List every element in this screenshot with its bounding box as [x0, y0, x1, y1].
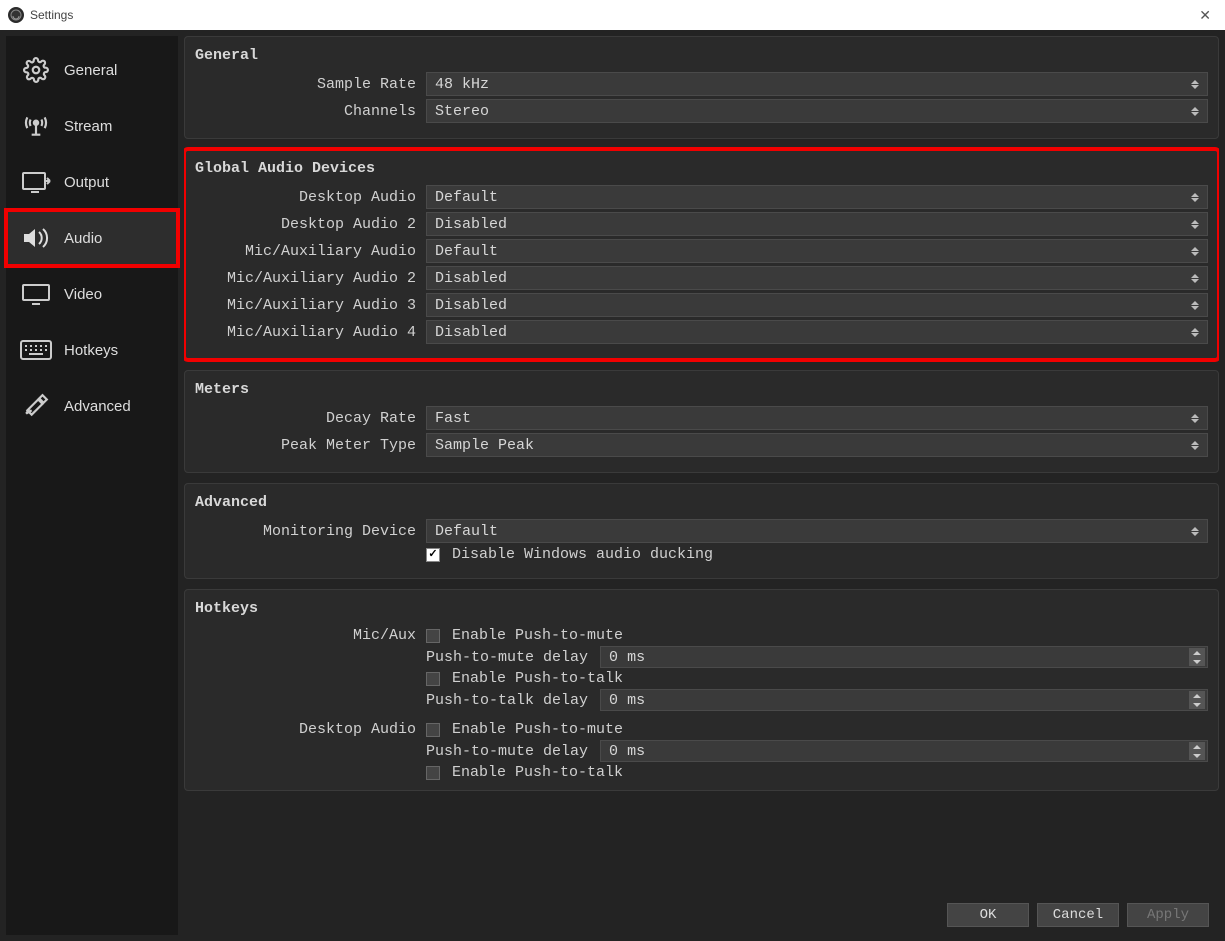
sidebar-item-general[interactable]: General	[6, 42, 178, 98]
sidebar-item-hotkeys[interactable]: Hotkeys	[6, 322, 178, 378]
stepper-icon[interactable]	[1189, 742, 1205, 760]
input-mic-push-to-talk-delay[interactable]: 0 ms	[600, 689, 1208, 711]
label-mic-aux: Mic/Auxiliary Audio	[195, 243, 420, 260]
select-decay-rate[interactable]: Fast	[426, 406, 1208, 430]
chevron-updown-icon	[1187, 269, 1203, 287]
label-decay-rate: Decay Rate	[195, 410, 420, 427]
cancel-button[interactable]: Cancel	[1037, 903, 1119, 927]
select-mic-aux-4[interactable]: Disabled	[426, 320, 1208, 344]
titlebar: Settings ✕	[0, 0, 1225, 30]
label-sample-rate: Sample Rate	[195, 76, 420, 93]
checkbox-desktop-push-to-talk[interactable]	[426, 766, 440, 780]
content-scroll: General Sample Rate 48 kHz Channels Ster…	[184, 36, 1219, 899]
select-desktop-audio[interactable]: Default	[426, 185, 1208, 209]
tools-icon	[20, 394, 52, 418]
label-mic-push-to-mute-delay: Push-to-mute delay	[426, 649, 588, 666]
chevron-updown-icon	[1187, 323, 1203, 341]
input-desktop-push-to-mute-delay[interactable]: 0 ms	[600, 740, 1208, 762]
monitor-icon	[20, 282, 52, 306]
chevron-updown-icon	[1187, 75, 1203, 93]
label-desktop-push-to-talk: Enable Push-to-talk	[452, 764, 623, 781]
checkbox-disable-ducking[interactable]	[426, 548, 440, 562]
sidebar-item-audio[interactable]: Audio	[6, 210, 178, 266]
sidebar-item-video[interactable]: Video	[6, 266, 178, 322]
chevron-updown-icon	[1187, 215, 1203, 233]
select-sample-rate[interactable]: 48 kHz	[426, 72, 1208, 96]
label-mic-aux-2: Mic/Auxiliary Audio 2	[195, 270, 420, 287]
select-peak-meter-type[interactable]: Sample Peak	[426, 433, 1208, 457]
label-hotkeys-mic: Mic/Aux	[195, 625, 420, 644]
settings-window: Settings ✕ General Stream	[0, 0, 1225, 941]
label-mic-push-to-talk: Enable Push-to-talk	[452, 670, 623, 687]
window-title: Settings	[30, 8, 73, 22]
sidebar-item-label: Audio	[64, 230, 102, 247]
keyboard-icon	[20, 338, 52, 362]
label-desktop-audio: Desktop Audio	[195, 189, 420, 206]
sidebar-item-label: Advanced	[64, 398, 131, 415]
select-desktop-audio-2[interactable]: Disabled	[426, 212, 1208, 236]
checkbox-desktop-push-to-mute[interactable]	[426, 723, 440, 737]
sidebar-item-stream[interactable]: Stream	[6, 98, 178, 154]
speaker-icon	[20, 226, 52, 250]
select-mic-aux[interactable]: Default	[426, 239, 1208, 263]
label-channels: Channels	[195, 103, 420, 120]
sidebar-item-label: Video	[64, 286, 102, 303]
sidebar-item-label: Hotkeys	[64, 342, 118, 359]
group-title-general: General	[195, 47, 1208, 64]
chevron-updown-icon	[1187, 296, 1203, 314]
label-hotkeys-desktop: Desktop Audio	[195, 719, 420, 738]
select-mic-aux-2[interactable]: Disabled	[426, 266, 1208, 290]
ok-button[interactable]: OK	[947, 903, 1029, 927]
label-mic-aux-3: Mic/Auxiliary Audio 3	[195, 297, 420, 314]
close-icon[interactable]: ✕	[1193, 7, 1217, 24]
content: General Sample Rate 48 kHz Channels Ster…	[184, 36, 1219, 935]
sidebar-item-label: Stream	[64, 118, 112, 135]
label-desktop-push-to-mute: Enable Push-to-mute	[452, 721, 623, 738]
chevron-updown-icon	[1187, 436, 1203, 454]
label-mic-aux-4: Mic/Auxiliary Audio 4	[195, 324, 420, 341]
select-mic-aux-3[interactable]: Disabled	[426, 293, 1208, 317]
chevron-updown-icon	[1187, 242, 1203, 260]
group-title-hotkeys: Hotkeys	[195, 600, 1208, 617]
checkbox-mic-push-to-mute[interactable]	[426, 629, 440, 643]
group-title-meters: Meters	[195, 381, 1208, 398]
sidebar-item-output[interactable]: Output	[6, 154, 178, 210]
group-meters: Meters Decay Rate Fast Peak Meter Type S…	[184, 370, 1219, 473]
input-mic-push-to-mute-delay[interactable]: 0 ms	[600, 646, 1208, 668]
sidebar-item-label: General	[64, 62, 117, 79]
label-mic-push-to-mute: Enable Push-to-mute	[452, 627, 623, 644]
select-channels[interactable]: Stereo	[426, 99, 1208, 123]
select-monitoring-device[interactable]: Default	[426, 519, 1208, 543]
label-desktop-audio-2: Desktop Audio 2	[195, 216, 420, 233]
group-hotkeys: Hotkeys Mic/Aux Enable Push-to-mute Push…	[184, 589, 1219, 791]
label-desktop-push-to-mute-delay: Push-to-mute delay	[426, 743, 588, 760]
sidebar-item-label: Output	[64, 174, 109, 191]
group-advanced: Advanced Monitoring Device Default Disab…	[184, 483, 1219, 579]
label-mic-push-to-talk-delay: Push-to-talk delay	[426, 692, 588, 709]
app-icon	[8, 7, 24, 23]
group-global-audio-devices: Global Audio Devices Desktop Audio Defau…	[184, 149, 1219, 360]
client-area: General Stream Output Audio	[0, 30, 1225, 941]
sidebar: General Stream Output Audio	[6, 36, 178, 935]
group-title-global-audio: Global Audio Devices	[195, 160, 1208, 177]
chevron-updown-icon	[1187, 188, 1203, 206]
chevron-updown-icon	[1187, 102, 1203, 120]
button-bar: OK Cancel Apply	[184, 899, 1219, 935]
stepper-icon[interactable]	[1189, 648, 1205, 666]
output-icon	[20, 170, 52, 194]
group-title-advanced: Advanced	[195, 494, 1208, 511]
stepper-icon[interactable]	[1189, 691, 1205, 709]
checkbox-mic-push-to-talk[interactable]	[426, 672, 440, 686]
label-disable-ducking: Disable Windows audio ducking	[452, 546, 713, 563]
apply-button[interactable]: Apply	[1127, 903, 1209, 927]
sidebar-item-advanced[interactable]: Advanced	[6, 378, 178, 434]
gear-icon	[20, 58, 52, 82]
label-peak-meter-type: Peak Meter Type	[195, 437, 420, 454]
chevron-updown-icon	[1187, 409, 1203, 427]
group-general: General Sample Rate 48 kHz Channels Ster…	[184, 36, 1219, 139]
label-monitoring-device: Monitoring Device	[195, 523, 420, 540]
chevron-updown-icon	[1187, 522, 1203, 540]
antenna-icon	[20, 114, 52, 138]
